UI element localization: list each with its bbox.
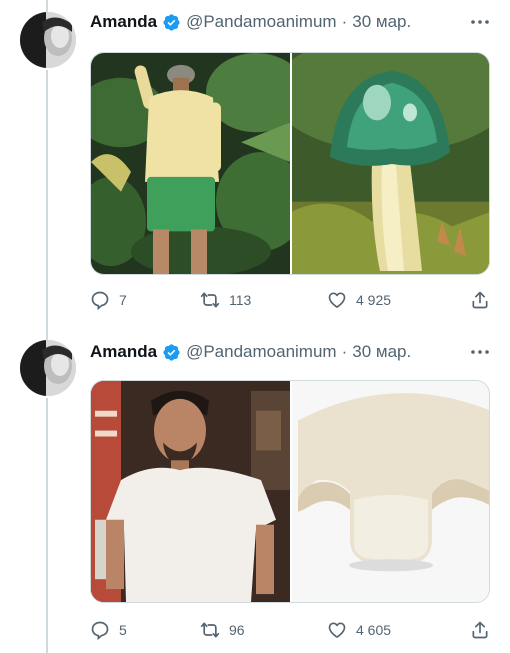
like-button[interactable]: 4 925: [327, 289, 391, 311]
like-icon: [328, 622, 346, 638]
tweet-header: Amanda @Pandamoanimum · 30 мар.: [90, 10, 492, 34]
share-icon: [472, 291, 488, 309]
retweet-count: 113: [229, 292, 252, 308]
more-icon[interactable]: [468, 340, 492, 364]
photo-man-white-tshirt[interactable]: [91, 381, 290, 602]
reply-icon: [91, 291, 109, 310]
tweet-date[interactable]: 30 мар.: [352, 342, 411, 362]
retweet-button[interactable]: 113: [200, 289, 251, 311]
separator-dot: ·: [341, 342, 348, 361]
like-button[interactable]: 4 605: [327, 619, 391, 641]
avatar[interactable]: [20, 340, 76, 396]
reply-count: 5: [119, 622, 127, 638]
verified-badge-icon: [163, 13, 180, 31]
author-name[interactable]: Amanda: [90, 342, 157, 362]
photo-man-in-garden[interactable]: [91, 53, 290, 274]
tweet-header: Amanda @Pandamoanimum · 30 мар.: [90, 340, 492, 364]
like-count: 4 925: [356, 292, 392, 308]
photo-green-mushroom[interactable]: [292, 53, 489, 274]
tweet-actions: 5 96 4 605: [90, 619, 490, 641]
reply-icon: [91, 621, 109, 640]
reply-button[interactable]: 7: [90, 289, 127, 311]
more-icon[interactable]: [468, 10, 492, 34]
retweet-icon: [200, 622, 220, 638]
author-name[interactable]: Amanda: [90, 12, 157, 32]
tweet-actions: 7 113 4 925: [90, 289, 490, 311]
like-icon: [328, 292, 346, 308]
tweet-media[interactable]: [90, 52, 490, 275]
retweet-icon: [200, 292, 220, 308]
photo-mushroom-cross-section[interactable]: [292, 381, 489, 602]
retweet-button[interactable]: 96: [200, 619, 245, 641]
share-icon: [472, 621, 488, 639]
author-handle[interactable]: @Pandamoanimum: [186, 12, 337, 32]
reply-count: 7: [119, 292, 127, 308]
author-handle[interactable]: @Pandamoanimum: [186, 342, 337, 362]
retweet-count: 96: [229, 622, 245, 638]
tweet-media[interactable]: [90, 380, 490, 603]
like-count: 4 605: [356, 622, 392, 638]
separator-dot: ·: [341, 12, 348, 31]
verified-badge-icon: [163, 343, 180, 361]
tweet-date[interactable]: 30 мар.: [352, 12, 411, 32]
tweet[interactable]: Amanda @Pandamoanimum · 30 мар.: [0, 0, 510, 330]
reply-button[interactable]: 5: [90, 619, 127, 641]
tweet[interactable]: Amanda @Pandamoanimum · 30 мар.: [0, 330, 510, 653]
avatar[interactable]: [20, 12, 76, 68]
share-button[interactable]: [470, 619, 490, 641]
share-button[interactable]: [470, 289, 490, 311]
